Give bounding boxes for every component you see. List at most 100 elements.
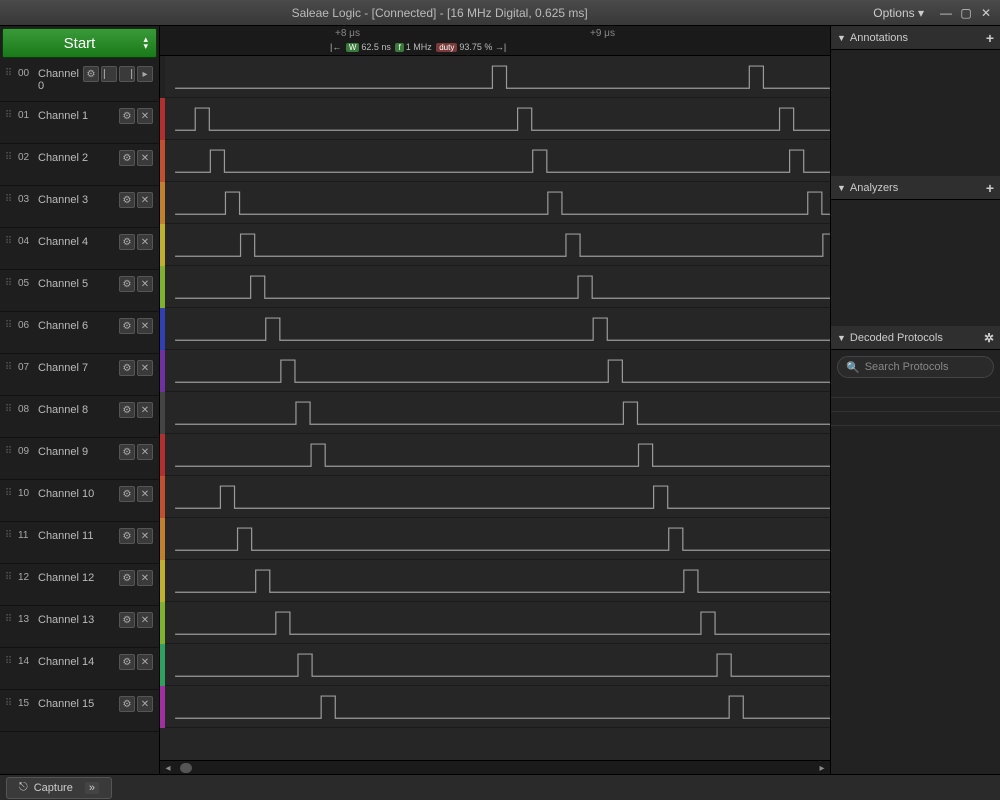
channel-close-icon[interactable]: ✕	[137, 570, 153, 586]
channel-row[interactable]: ⠿06Channel 6⚙✕	[0, 312, 159, 354]
channel-settings-icon[interactable]: ⚙	[119, 276, 135, 292]
scroll-right-icon[interactable]: ▸	[816, 761, 828, 775]
minimize-icon[interactable]: —	[938, 5, 954, 21]
trigger-fall-icon[interactable]: ⎹	[119, 66, 135, 82]
add-annotation-icon[interactable]: +	[986, 30, 994, 46]
channel-settings-icon[interactable]: ⚙	[119, 654, 135, 670]
waveform-row[interactable]	[165, 392, 830, 434]
tab-more-icon[interactable]: »	[85, 782, 99, 794]
close-icon[interactable]: ✕	[978, 5, 994, 21]
channel-settings-icon[interactable]: ⚙	[119, 192, 135, 208]
channel-name[interactable]: Channel 0	[34, 66, 83, 92]
channel-close-icon[interactable]: ✕	[137, 234, 153, 250]
channel-settings-icon[interactable]: ⚙	[119, 486, 135, 502]
drag-handle-icon[interactable]: ⠿	[0, 696, 18, 709]
channel-close-icon[interactable]: ✕	[137, 318, 153, 334]
channel-close-icon[interactable]: ✕	[137, 402, 153, 418]
channel-row[interactable]: ⠿00Channel 0⚙⎸⎹▸	[0, 60, 159, 102]
channel-name[interactable]: Channel 2	[34, 150, 119, 164]
channel-row[interactable]: ⠿10Channel 10⚙✕	[0, 480, 159, 522]
channel-close-icon[interactable]: ✕	[137, 486, 153, 502]
channel-name[interactable]: Channel 3	[34, 192, 119, 206]
channel-row[interactable]: ⠿03Channel 3⚙✕	[0, 186, 159, 228]
drag-handle-icon[interactable]: ⠿	[0, 444, 18, 457]
start-arrows-icon[interactable]: ▴▾	[143, 36, 148, 50]
channel-row[interactable]: ⠿14Channel 14⚙✕	[0, 648, 159, 690]
channel-name[interactable]: Channel 14	[34, 654, 119, 668]
options-menu[interactable]: Options ▾	[873, 6, 924, 20]
waveform-row[interactable]	[165, 644, 830, 686]
waveform-canvas[interactable]	[165, 56, 830, 760]
channel-row[interactable]: ⠿08Channel 8⚙✕	[0, 396, 159, 438]
channel-name[interactable]: Channel 10	[34, 486, 119, 500]
drag-handle-icon[interactable]: ⠿	[0, 486, 18, 499]
drag-handle-icon[interactable]: ⠿	[0, 570, 18, 583]
waveform-row[interactable]	[165, 182, 830, 224]
channel-settings-icon[interactable]: ⚙	[119, 150, 135, 166]
drag-handle-icon[interactable]: ⠿	[0, 360, 18, 373]
waveform-row[interactable]	[165, 434, 830, 476]
maximize-icon[interactable]: ▢	[958, 5, 974, 21]
drag-handle-icon[interactable]: ⠿	[0, 108, 18, 121]
channel-close-icon[interactable]: ✕	[137, 192, 153, 208]
waveform-row[interactable]	[165, 518, 830, 560]
waveform-row[interactable]	[165, 224, 830, 266]
protocol-row[interactable]	[831, 398, 1000, 412]
channel-close-icon[interactable]: ✕	[137, 360, 153, 376]
protocol-row[interactable]	[831, 384, 1000, 398]
channel-close-icon[interactable]: ✕	[137, 696, 153, 712]
channel-name[interactable]: Channel 8	[34, 402, 119, 416]
channel-row[interactable]: ⠿07Channel 7⚙✕	[0, 354, 159, 396]
drag-handle-icon[interactable]: ⠿	[0, 234, 18, 247]
decoded-protocols-header[interactable]: ▼ Decoded Protocols ✲	[831, 326, 1000, 350]
channel-name[interactable]: Channel 13	[34, 612, 119, 626]
search-protocols-input[interactable]: 🔍 Search Protocols	[837, 356, 994, 378]
channel-settings-icon[interactable]: ⚙	[119, 360, 135, 376]
trigger-rise-icon[interactable]: ⎸	[101, 66, 117, 82]
channel-name[interactable]: Channel 12	[34, 570, 119, 584]
scroll-left-icon[interactable]: ◂	[162, 761, 174, 775]
channel-name[interactable]: Channel 6	[34, 318, 119, 332]
channel-settings-icon[interactable]: ⚙	[119, 570, 135, 586]
channel-row[interactable]: ⠿04Channel 4⚙✕	[0, 228, 159, 270]
drag-handle-icon[interactable]: ⠿	[0, 402, 18, 415]
channel-row[interactable]: ⠿01Channel 1⚙✕	[0, 102, 159, 144]
drag-handle-icon[interactable]: ⠿	[0, 66, 18, 79]
scroll-thumb[interactable]	[180, 763, 192, 773]
settings-icon[interactable]: ✲	[984, 331, 994, 345]
time-ruler[interactable]: +8 μs+9 μs |← W62.5 ns f1 MHz duty93.75 …	[160, 26, 830, 56]
channel-row[interactable]: ⠿09Channel 9⚙✕	[0, 438, 159, 480]
drag-handle-icon[interactable]: ⠿	[0, 318, 18, 331]
drag-handle-icon[interactable]: ⠿	[0, 276, 18, 289]
channel-settings-icon[interactable]: ⚙	[119, 318, 135, 334]
channel-settings-icon[interactable]: ⚙	[119, 402, 135, 418]
channel-name[interactable]: Channel 4	[34, 234, 119, 248]
channel-row[interactable]: ⠿02Channel 2⚙✕	[0, 144, 159, 186]
waveform-row[interactable]	[165, 476, 830, 518]
capture-tab[interactable]: ⎋ Capture »	[6, 777, 112, 799]
channel-row[interactable]: ⠿12Channel 12⚙✕	[0, 564, 159, 606]
channel-close-icon[interactable]: ✕	[137, 108, 153, 124]
drag-handle-icon[interactable]: ⠿	[0, 654, 18, 667]
start-button[interactable]: Start ▴▾	[2, 28, 157, 58]
channel-close-icon[interactable]: ✕	[137, 150, 153, 166]
drag-handle-icon[interactable]: ⠿	[0, 528, 18, 541]
channel-close-icon[interactable]: ✕	[137, 654, 153, 670]
channel-settings-icon[interactable]: ⚙	[119, 444, 135, 460]
waveform-row[interactable]	[165, 350, 830, 392]
channel-close-icon[interactable]: ✕	[137, 612, 153, 628]
channel-settings-icon[interactable]: ⚙	[83, 66, 99, 82]
waveform-row[interactable]	[165, 560, 830, 602]
waveform-row[interactable]	[165, 602, 830, 644]
channel-row[interactable]: ⠿11Channel 11⚙✕	[0, 522, 159, 564]
channel-settings-icon[interactable]: ⚙	[119, 528, 135, 544]
channel-row[interactable]: ⠿05Channel 5⚙✕	[0, 270, 159, 312]
channel-name[interactable]: Channel 11	[34, 528, 119, 542]
add-analyzer-icon[interactable]: +	[986, 180, 994, 196]
channel-close-icon[interactable]: ✕	[137, 444, 153, 460]
waveform-row[interactable]	[165, 266, 830, 308]
horizontal-scrollbar[interactable]: ◂ ▸	[160, 760, 830, 774]
channel-settings-icon[interactable]: ⚙	[119, 234, 135, 250]
waveform-row[interactable]	[165, 56, 830, 98]
channel-close-icon[interactable]: ✕	[137, 276, 153, 292]
